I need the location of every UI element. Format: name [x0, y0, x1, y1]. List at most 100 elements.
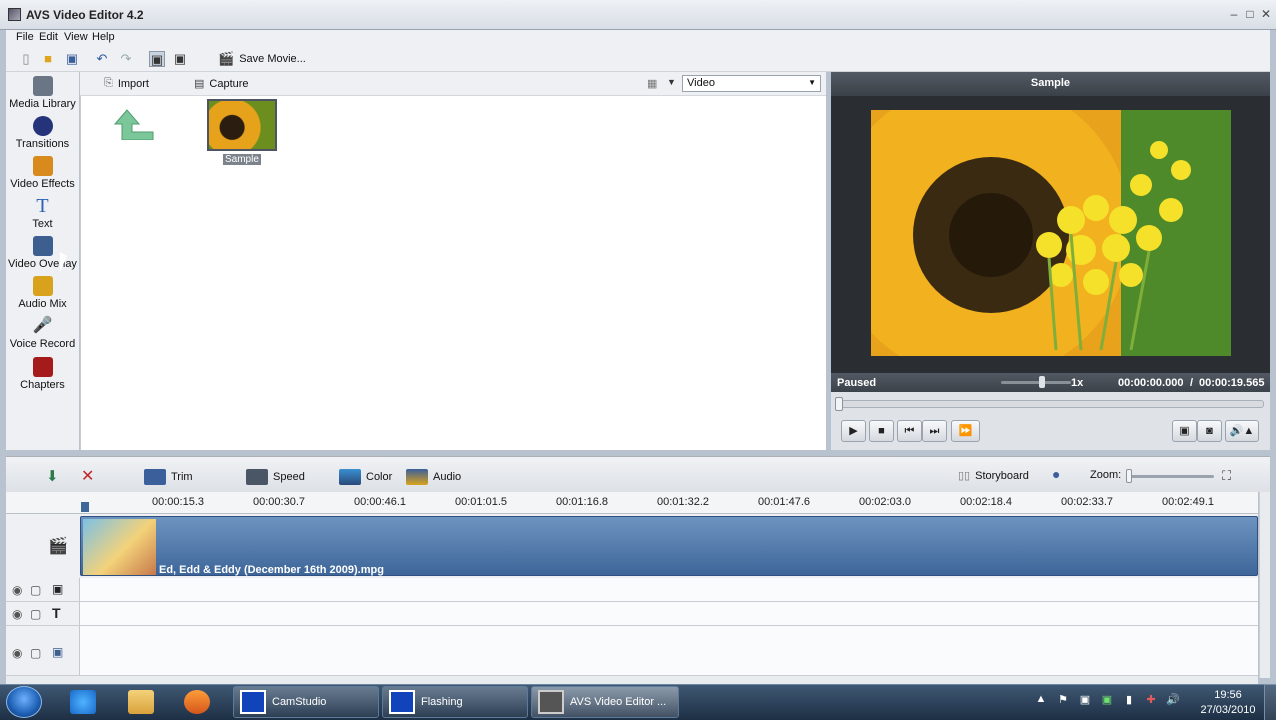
- ruler-tick: 00:01:01.5: [455, 496, 507, 508]
- audio-button[interactable]: Audio: [406, 469, 461, 485]
- undo-icon[interactable]: ↶: [94, 51, 110, 67]
- clock[interactable]: 19:56 27/03/2010: [1198, 688, 1258, 718]
- view-mode-dropdown-icon[interactable]: ▼: [667, 77, 676, 87]
- volume-button[interactable]: 🔊▲: [1225, 420, 1259, 442]
- signal-icon[interactable]: ▮: [1122, 693, 1136, 707]
- timeline-horizontal-scrollbar[interactable]: [6, 676, 1258, 684]
- seek-thumb[interactable]: [835, 397, 843, 411]
- sidebar-item-audio-mix[interactable]: Audio Mix: [6, 276, 79, 310]
- internet-explorer-icon[interactable]: [70, 690, 96, 714]
- task-camstudio[interactable]: CamStudio: [233, 686, 379, 718]
- speed-button[interactable]: Speed: [246, 469, 305, 485]
- close-button[interactable]: ✕: [1258, 6, 1274, 22]
- playhead-marker[interactable]: [81, 502, 89, 512]
- seek-bar[interactable]: [835, 397, 1264, 411]
- task-label: AVS Video Editor ...: [570, 696, 667, 708]
- title-bar: AVS Video Editor 4.2 – □ ✕: [0, 0, 1276, 30]
- text-track[interactable]: ◉ ▢ T: [6, 602, 1258, 626]
- show-hidden-icons-icon[interactable]: ▲: [1034, 693, 1048, 707]
- playback-speed: 1x: [1071, 377, 1084, 389]
- speed-slider-track[interactable]: [1001, 381, 1071, 384]
- sidebar: Media Library Transitions Video Effects …: [6, 72, 79, 450]
- text-track-icon: T: [52, 605, 61, 621]
- start-button[interactable]: [6, 686, 42, 718]
- task-flashing[interactable]: Flashing: [382, 686, 528, 718]
- fit-timeline-icon[interactable]: ⛶: [1222, 468, 1231, 484]
- timeline-clip[interactable]: Ed, Edd & Eddy (December 16th 2009).mpg: [80, 516, 1258, 576]
- lock-icon[interactable]: ▢: [30, 646, 41, 660]
- import-button[interactable]: ⎘ Import: [104, 77, 149, 90]
- eye-icon[interactable]: ◉: [12, 646, 22, 660]
- task-avs-video-editor[interactable]: AVS Video Editor ...: [531, 686, 679, 718]
- sidebar-item-label: Chapters: [20, 379, 65, 391]
- storyboard-button[interactable]: ▯▯ Storyboard: [958, 469, 1029, 483]
- trim-label: Trim: [171, 471, 193, 483]
- add-to-timeline-icon[interactable]: ⬇: [46, 467, 59, 485]
- media-filter-select[interactable]: Video ▼: [682, 75, 821, 92]
- monitor-button[interactable]: ▣: [1172, 420, 1197, 442]
- sidebar-item-transitions[interactable]: Transitions: [6, 116, 79, 150]
- eye-icon[interactable]: ◉: [12, 607, 22, 621]
- snapshot-button[interactable]: ◙: [1197, 420, 1222, 442]
- sidebar-item-video-effects[interactable]: Video Effects: [6, 156, 79, 190]
- time-total: 00:00:19.565: [1199, 377, 1265, 389]
- sidebar-item-voice-record[interactable]: 🎤 Voice Record: [6, 316, 79, 350]
- stop-button[interactable]: ■: [869, 420, 894, 442]
- network-icon[interactable]: ▣: [1100, 693, 1114, 707]
- color-button[interactable]: Color: [339, 469, 392, 485]
- previous-frame-button[interactable]: ⏮: [897, 420, 922, 442]
- flag-icon[interactable]: ⚑: [1056, 693, 1070, 707]
- camera-icon: ◙: [1206, 425, 1213, 437]
- storyboard-view-icon[interactable]: ▣: [172, 51, 188, 67]
- eye-icon[interactable]: ◉: [12, 583, 22, 597]
- redo-icon[interactable]: ↷: [118, 51, 134, 67]
- save-icon[interactable]: ▣: [64, 51, 80, 67]
- zoom-slider-thumb[interactable]: [1126, 469, 1132, 483]
- sidebar-item-video-overlay[interactable]: Video Overlay: [6, 236, 79, 270]
- zoom-slider[interactable]: [1128, 475, 1214, 478]
- monitor-icon: ▣: [1179, 425, 1190, 437]
- explorer-folder-icon[interactable]: [128, 690, 154, 714]
- menu-view[interactable]: View: [64, 31, 88, 43]
- sidebar-item-chapters[interactable]: Chapters: [6, 357, 79, 391]
- next-frame-button[interactable]: ⏭: [922, 420, 947, 442]
- security-icon[interactable]: ✚: [1144, 693, 1158, 707]
- voice-over-icon[interactable]: ●: [1052, 466, 1060, 482]
- track-controls: ◉ ▢ T: [6, 602, 80, 625]
- menu-file[interactable]: File: [16, 31, 34, 43]
- open-folder-icon[interactable]: ■: [40, 51, 56, 67]
- import-icon: ⎘: [104, 77, 113, 89]
- minimize-button[interactable]: –: [1226, 6, 1242, 22]
- menu-edit[interactable]: Edit: [39, 31, 58, 43]
- media-thumbnail-sample[interactable]: [207, 99, 277, 151]
- sidebar-item-text[interactable]: T Text: [6, 196, 79, 230]
- capture-button[interactable]: ▤ Capture: [194, 77, 249, 91]
- sidebar-item-media-library[interactable]: Media Library: [6, 76, 79, 110]
- speed-slider-thumb[interactable]: [1039, 376, 1045, 388]
- timeline-view-icon[interactable]: ▣: [149, 51, 165, 67]
- timeline-vertical-scrollbar[interactable]: [1259, 492, 1270, 678]
- save-movie-button[interactable]: 🎬 Save Movie...: [218, 50, 306, 68]
- lock-icon[interactable]: ▢: [30, 583, 41, 597]
- menu-help[interactable]: Help: [92, 31, 115, 43]
- trim-button[interactable]: Trim: [144, 469, 193, 485]
- maximize-button[interactable]: □: [1242, 6, 1258, 22]
- overlay-track[interactable]: ◉ ▢ ▣: [6, 626, 1258, 676]
- play-button[interactable]: ▶: [841, 420, 866, 442]
- preview-title: Sample: [831, 72, 1270, 96]
- fullscreen-preview-button[interactable]: ⏩: [951, 420, 980, 442]
- media-player-icon[interactable]: [184, 690, 210, 714]
- sidebar-item-label: Audio Mix: [18, 298, 67, 310]
- go-up-icon[interactable]: [111, 104, 157, 140]
- monitor-tray-icon[interactable]: ▣: [1078, 693, 1092, 707]
- new-project-icon[interactable]: ▯: [18, 51, 34, 67]
- view-mode-icon[interactable]: ▦: [647, 77, 657, 90]
- effects-track[interactable]: ◉ ▢ ▣: [6, 578, 1258, 602]
- clip-label: Ed, Edd & Eddy (December 16th 2009).mpg: [159, 564, 384, 576]
- timeline-ruler[interactable]: 00:00:15.3 00:00:30.7 00:00:46.1 00:01:0…: [6, 492, 1258, 514]
- show-desktop-button[interactable]: [1264, 684, 1276, 720]
- lock-icon[interactable]: ▢: [30, 607, 41, 621]
- delete-icon[interactable]: ✕: [81, 466, 94, 486]
- timeline-toolbar: ⬇ ✕ Trim Speed Color Audio ▯▯ Storyboard…: [6, 456, 1270, 492]
- volume-tray-icon[interactable]: 🔊: [1166, 693, 1180, 707]
